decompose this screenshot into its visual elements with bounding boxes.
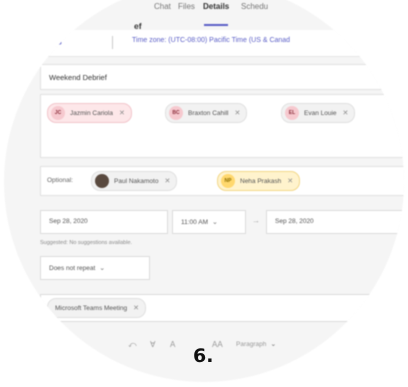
- underline-icon[interactable]: A: [170, 340, 175, 349]
- optional-attendees-field[interactable]: Optional: Paul Nakamoto ✕ NP Neha Prakas…: [40, 166, 404, 196]
- start-time-display: 11:00 AM ⌄: [181, 218, 218, 226]
- start-time-picker[interactable]: 11:00 AM ⌄: [172, 210, 246, 234]
- attendee-name: Braxton Cahill: [188, 109, 229, 117]
- font-size-icon[interactable]: AA: [212, 340, 223, 349]
- location-name: Microsoft Teams Meeting: [55, 304, 128, 312]
- meeting-toolbar: eting Time zone: (UTC-08:00) Pacific Tim…: [4, 30, 404, 57]
- chevron-down-icon: ⌄: [211, 219, 218, 226]
- optional-label: Optional:: [47, 177, 74, 184]
- start-time-value: 11:00 AM: [181, 219, 208, 226]
- chevron-down-icon: ⌄: [99, 265, 106, 272]
- avatar: EL: [285, 106, 299, 120]
- avatar: JC: [51, 106, 65, 120]
- attendee-chip[interactable]: JC Jazmin Cariola ✕: [47, 103, 132, 123]
- repeat-value: Does not repeat: [49, 265, 96, 272]
- repeat-display: Does not repeat ⌄: [49, 264, 105, 272]
- avatar: BC: [169, 106, 183, 120]
- zoomed-view: ef Chat Files Details Schedu eting Time …: [4, 0, 404, 382]
- tab-chat[interactable]: Chat: [154, 2, 171, 11]
- tab-scheduling[interactable]: Schedu: [241, 2, 268, 11]
- avatar: NP: [221, 174, 235, 188]
- attendee-chip[interactable]: BC Braxton Cahill ✕: [165, 103, 248, 123]
- attendee-name: Evan Louie: [304, 109, 337, 117]
- start-date-value: Sep 28, 2020: [49, 218, 88, 225]
- remove-icon[interactable]: ✕: [234, 109, 240, 117]
- title-input[interactable]: Weekend Debrief: [40, 64, 404, 90]
- attendee-name: Jazmin Cariola: [70, 109, 113, 117]
- start-date-picker[interactable]: Sep 28, 2020: [40, 210, 168, 234]
- required-attendees-field[interactable]: JC Jazmin Cariola ✕ BC Braxton Cahill ✕ …: [40, 94, 404, 158]
- avatar-photo: [95, 174, 109, 188]
- teams-meeting-toggle[interactable]: eting: [44, 36, 62, 45]
- remove-icon[interactable]: ✕: [119, 109, 125, 117]
- tab-files[interactable]: Files: [178, 2, 195, 11]
- remove-icon[interactable]: ✕: [164, 177, 170, 185]
- end-date-picker[interactable]: Sep 28, 2020: [266, 210, 404, 234]
- timezone-selector[interactable]: Time zone: (UTC-08:00) Pacific Time (US …: [132, 37, 290, 44]
- paragraph-dropdown[interactable]: Paragraph ⌄: [236, 340, 276, 348]
- attendee-chip[interactable]: NP Neha Prakash ✕: [217, 171, 301, 191]
- repeat-dropdown[interactable]: Does not repeat ⌄: [40, 256, 150, 280]
- active-tab-indicator: [204, 24, 228, 26]
- tab-details[interactable]: Details: [203, 2, 229, 11]
- paragraph-value: Paragraph: [236, 341, 267, 348]
- attendee-name: Neha Prakash: [240, 177, 282, 185]
- attendee-chip[interactable]: Paul Nakamoto ✕: [91, 171, 178, 191]
- attendee-name: Paul Nakamoto: [114, 177, 159, 185]
- remove-icon[interactable]: ✕: [287, 177, 293, 185]
- attendee-chip[interactable]: EL Evan Louie ✕: [281, 103, 356, 123]
- location-field[interactable]: Microsoft Teams Meeting ✕: [40, 294, 404, 322]
- remove-icon[interactable]: ✕: [133, 304, 139, 312]
- location-chip[interactable]: Microsoft Teams Meeting ✕: [47, 298, 147, 318]
- end-date-value: Sep 28, 2020: [275, 218, 314, 225]
- arrow-right-icon: →: [252, 216, 260, 225]
- toolbar-divider: [112, 36, 113, 49]
- step-number: 6.: [193, 345, 214, 367]
- format-icon[interactable]: ⤺: [128, 340, 137, 350]
- suggested-times-text: Suggested: No suggestions available.: [40, 240, 133, 246]
- remove-icon[interactable]: ✕: [343, 109, 349, 117]
- chevron-down-icon: ⌄: [270, 341, 277, 348]
- format-painter-icon[interactable]: ∀: [150, 340, 155, 349]
- title-value: Weekend Debrief: [49, 73, 107, 82]
- tab-strip: ef Chat Files Details Schedu: [4, 2, 404, 31]
